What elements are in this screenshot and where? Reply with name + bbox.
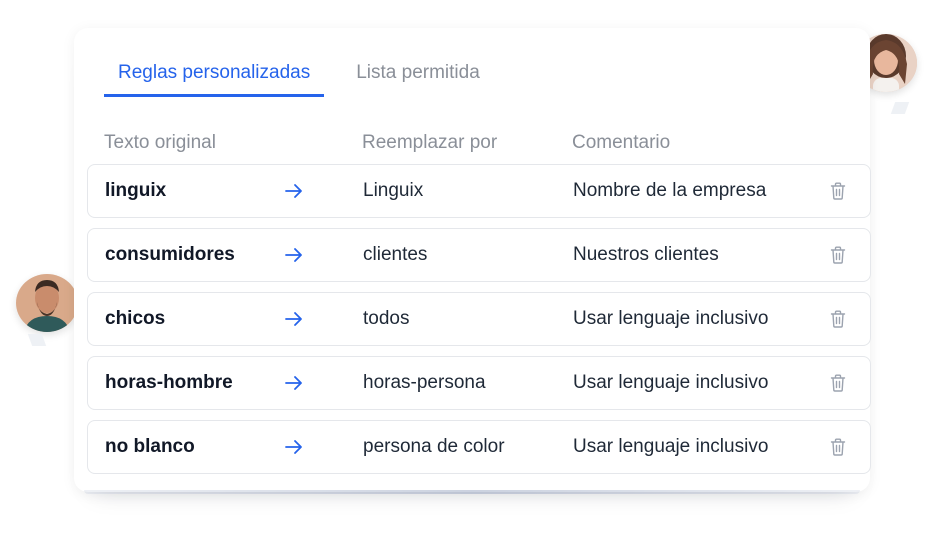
original-text: linguix — [105, 180, 167, 201]
table-row: chicos todos Usar lenguaje inclusivo — [87, 292, 871, 346]
arrow-right-icon — [284, 165, 306, 217]
avatar-man — [16, 274, 78, 332]
trash-icon[interactable] — [830, 229, 848, 281]
comment-text: Usar lenguaje inclusivo — [573, 436, 769, 457]
table-row: horas-hombre horas-persona Usar lenguaje… — [87, 356, 871, 410]
table-row: consumidores clientes Nuestros clientes — [87, 228, 871, 282]
trash-icon[interactable] — [830, 421, 848, 473]
table-row: linguix Linguix Nombre de la empresa — [87, 164, 871, 218]
trash-icon[interactable] — [830, 293, 848, 345]
replacement-text: clientes — [363, 244, 428, 265]
comment-text: Usar lenguaje inclusivo — [573, 372, 769, 393]
arrow-right-icon — [284, 357, 306, 409]
tab-allow-list[interactable]: Lista permitida — [342, 58, 494, 97]
column-header-comment: Comentario — [572, 132, 671, 153]
column-header-replace: Reemplazar por — [362, 132, 498, 153]
original-text: chicos — [105, 308, 166, 329]
replacement-text: todos — [363, 308, 410, 329]
trash-icon[interactable] — [830, 165, 848, 217]
arrow-right-icon — [284, 229, 306, 281]
avatar-man-tail — [27, 334, 47, 346]
rules-list: linguix Linguix Nombre de la empresa con… — [87, 164, 871, 484]
arrow-right-icon — [284, 293, 306, 345]
replacement-text: persona de color — [363, 436, 505, 457]
original-text: no blanco — [105, 436, 195, 457]
original-text: horas-hombre — [105, 372, 233, 393]
avatar-woman-tail — [890, 102, 910, 114]
table-row: no blanco persona de color Usar lenguaje… — [87, 420, 871, 474]
column-header-original: Texto original — [104, 132, 216, 153]
comment-text: Nombre de la empresa — [573, 180, 767, 201]
original-text: consumidores — [105, 244, 235, 265]
tab-bar: Reglas personalizadas Lista permitida — [104, 58, 512, 97]
replacement-text: horas-persona — [363, 372, 486, 393]
custom-rules-card: Reglas personalizadas Lista permitida Te… — [74, 28, 871, 494]
trash-icon[interactable] — [830, 357, 848, 409]
comment-text: Nuestros clientes — [573, 244, 719, 265]
arrow-right-icon — [284, 421, 306, 473]
replacement-text: Linguix — [363, 180, 424, 201]
tab-custom-rules[interactable]: Reglas personalizadas — [104, 58, 325, 97]
comment-text: Usar lenguaje inclusivo — [573, 308, 769, 329]
avatar-man-photo — [16, 274, 78, 332]
